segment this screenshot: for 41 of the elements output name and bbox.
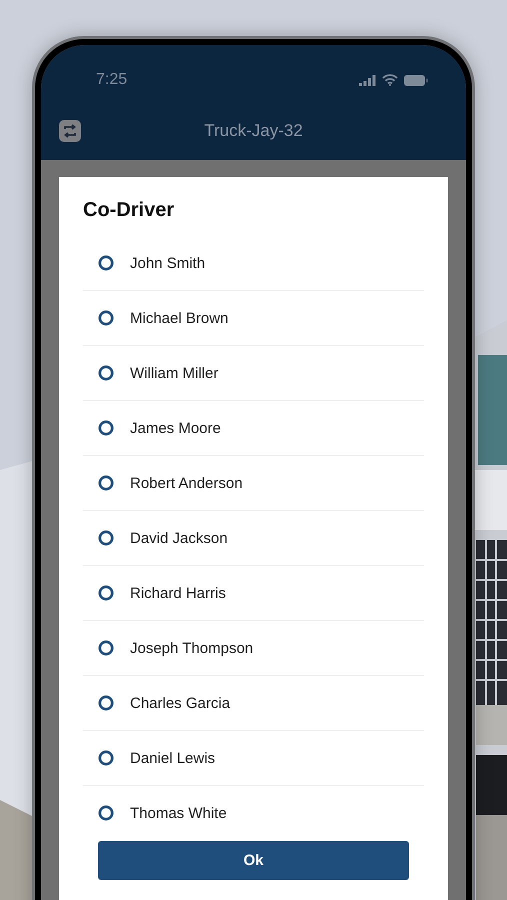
driver-name: Thomas White — [130, 804, 227, 822]
driver-name: Joseph Thompson — [130, 640, 254, 656]
dialog-title: Co-Driver — [83, 199, 176, 222]
radio-button[interactable] — [98, 475, 114, 491]
radio-button[interactable] — [98, 255, 114, 271]
swap-icon[interactable] — [59, 120, 81, 142]
driver-option[interactable]: Richard Harris — [83, 566, 424, 621]
radio-button[interactable] — [98, 585, 114, 601]
driver-name: Daniel Lewis — [130, 750, 216, 766]
driver-option[interactable]: James Moore — [83, 401, 424, 456]
battery-icon — [404, 74, 428, 86]
app-title: Truck-Jay-32 — [204, 121, 303, 141]
radio-button[interactable] — [98, 640, 114, 656]
driver-option[interactable]: Robert Anderson — [83, 456, 424, 511]
driver-name: Michael Brown — [130, 310, 228, 326]
radio-button[interactable] — [98, 365, 114, 381]
driver-name: William Miller — [130, 364, 218, 382]
driver-name: Charles Garcia — [130, 694, 230, 712]
driver-option[interactable]: Daniel Lewis — [83, 731, 424, 786]
driver-name: James Moore — [130, 420, 221, 436]
driver-option[interactable]: John Smith — [83, 236, 424, 291]
driver-option[interactable]: Michael Brown — [83, 291, 424, 346]
driver-option[interactable]: David Jackson — [83, 511, 424, 566]
signal-icon — [359, 74, 376, 86]
radio-button[interactable] — [98, 310, 114, 326]
driver-option[interactable]: Charles Garcia — [83, 676, 424, 731]
ok-button[interactable]: Ok — [98, 841, 409, 880]
driver-option[interactable]: Joseph Thompson — [83, 621, 424, 676]
driver-name: Robert Anderson — [130, 474, 243, 492]
radio-button[interactable] — [98, 695, 114, 711]
driver-option[interactable]: William Miller — [83, 346, 424, 401]
status-time: 7:25 — [96, 71, 128, 89]
driver-name: Richard Harris — [130, 584, 226, 602]
driver-option[interactable]: Thomas White — [83, 786, 424, 840]
radio-button[interactable] — [98, 420, 114, 436]
driver-name: John Smith — [130, 254, 206, 272]
driver-name: David Jackson — [130, 530, 228, 546]
wifi-icon — [382, 74, 398, 86]
radio-button[interactable] — [98, 805, 114, 821]
radio-button[interactable] — [98, 750, 114, 766]
radio-button[interactable] — [98, 530, 114, 546]
